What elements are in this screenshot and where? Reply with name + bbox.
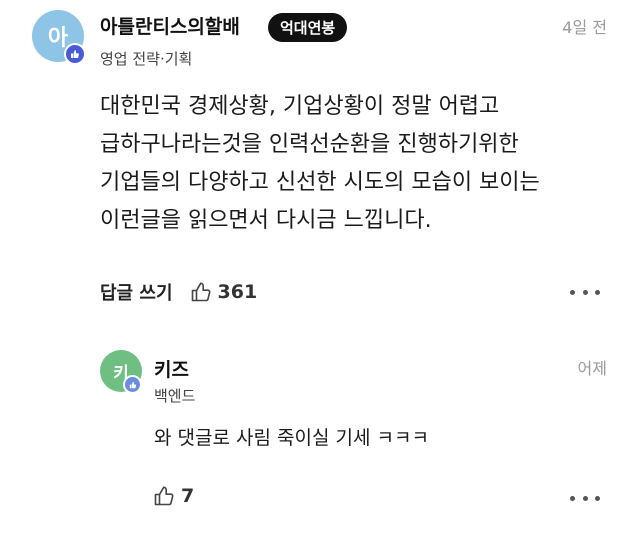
comment-line: 기업들의 다양하고 신선한 시도의 모습이 보이는 [100, 170, 540, 195]
like-count: 361 [217, 281, 258, 303]
timestamp: 4일 전 [562, 18, 607, 37]
comment-line: 이런글을 읽으면서 다시금 느낍니다. [100, 208, 432, 233]
author-name[interactable]: 아틀란티스의할배 [100, 12, 240, 39]
write-reply-button[interactable]: 답글 쓰기 [100, 279, 173, 305]
like-count: 7 [181, 485, 195, 507]
verified-badge-icon [123, 375, 142, 394]
more-options-icon[interactable] [570, 285, 600, 299]
thumbs-up-icon [154, 486, 174, 506]
thumbs-up-icon [191, 282, 210, 302]
like-button[interactable]: 361 [191, 281, 258, 303]
verified-badge-icon [64, 43, 86, 65]
reply-actions: 7 [154, 485, 194, 507]
more-options-icon[interactable] [570, 491, 600, 505]
reply-timestamp: 어제 [577, 359, 607, 378]
reply-body: 와 댓글로 사림 죽이실 기세 ㅋㅋㅋ [154, 427, 429, 449]
reply-author-name[interactable]: 키즈 [154, 355, 189, 382]
reply-author-role: 백엔드 [154, 387, 196, 405]
salary-badge: 억대연봉 [268, 13, 348, 42]
author-role: 영업 전략·기획 [100, 50, 193, 68]
comment-line: 급하구나라는것을 인력선순환을 진행하기위한 [100, 132, 519, 157]
like-button[interactable]: 7 [154, 485, 194, 507]
comment-line: 대한민국 경제상황, 기업상황이 정말 어렵고 [100, 94, 500, 119]
comment-actions: 답글 쓰기 361 [100, 279, 257, 305]
comment-body: 대한민국 경제상황, 기업상황이 정말 어렵고 급하구나라는것을 인력선순환을 … [100, 88, 600, 240]
